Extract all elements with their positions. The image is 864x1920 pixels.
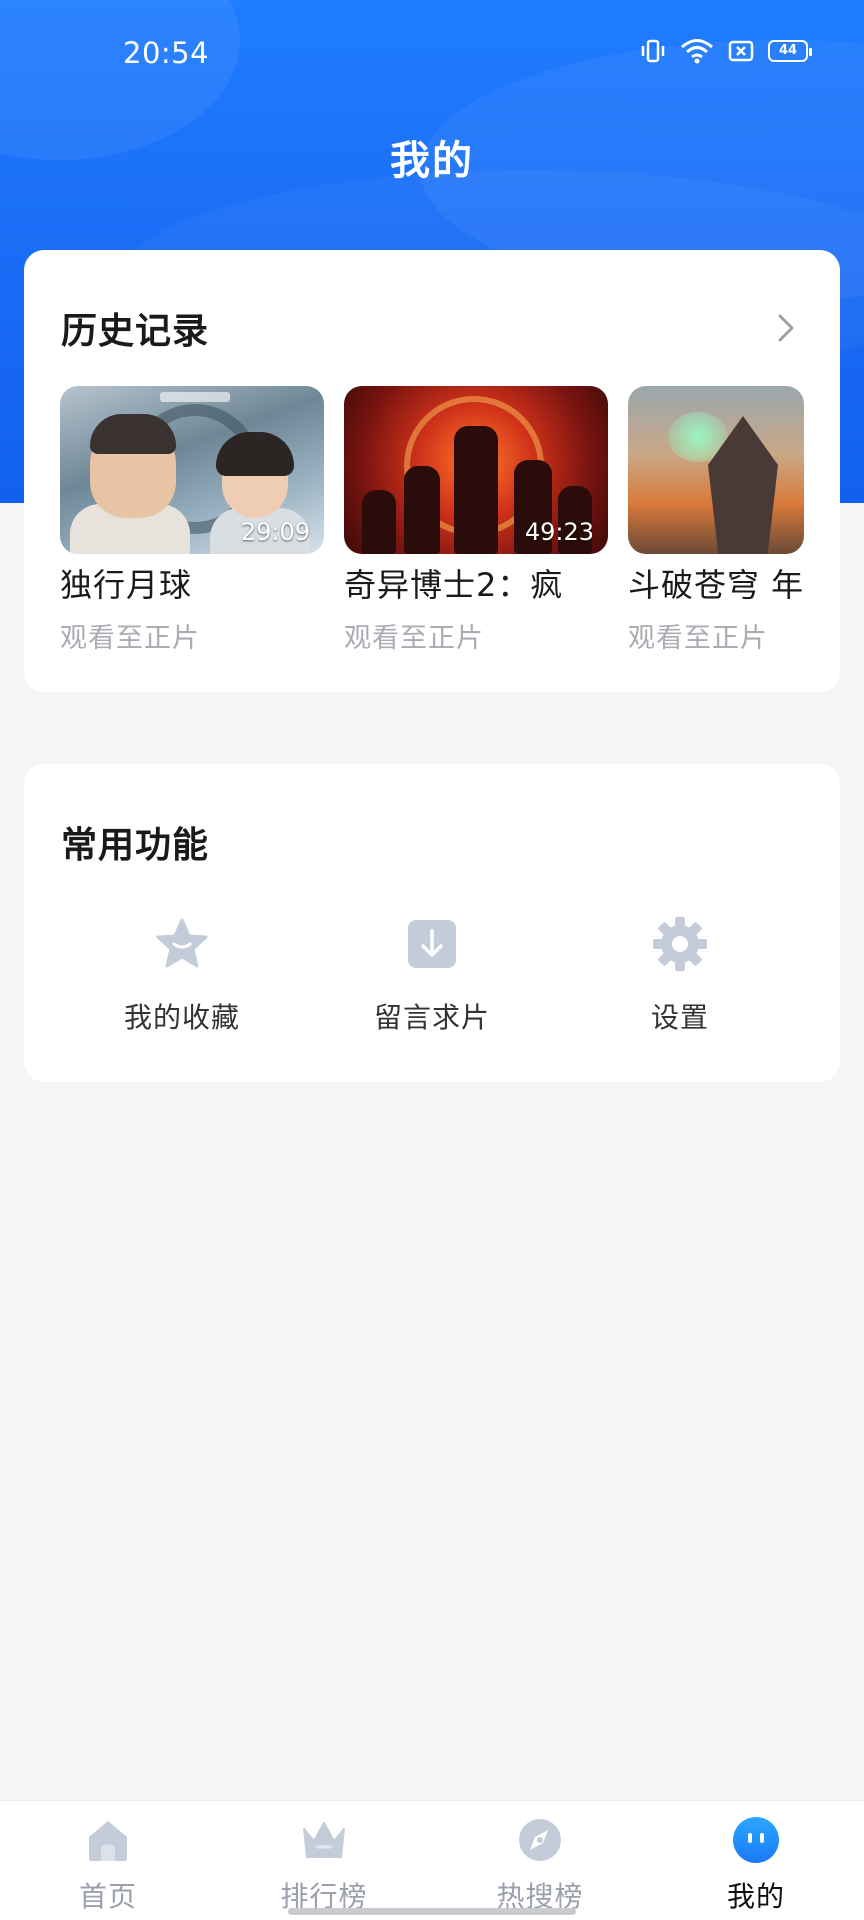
sim-icon — [728, 40, 754, 62]
settings-label: 设置 — [650, 1001, 709, 1034]
bottom-navigation: 首页 排行榜 热搜榜 我的 — [0, 1800, 864, 1920]
vibrate-icon — [640, 39, 666, 63]
profile-face-icon — [733, 1817, 779, 1863]
nav-home-label: 首页 — [78, 1880, 137, 1913]
nav-ranking[interactable]: 排行榜 — [244, 1815, 404, 1915]
history-item-title: 奇异博士2：疯 — [344, 566, 564, 604]
poster-image: 29:09 — [60, 386, 324, 554]
duration-label: 29:09 — [240, 518, 310, 546]
nav-mine-label: 我的 — [726, 1880, 785, 1913]
functions-card: 常用功能 我的收藏 留言求片 设置 — [24, 764, 840, 1082]
request-movie-label: 留言求片 — [373, 1001, 490, 1034]
history-card: 历史记录 29:09 独行月球 观看至正片 49:23 奇异博士2：疯 观看至正… — [24, 250, 840, 692]
history-item-title: 斗破苍穹 年 — [628, 566, 804, 604]
history-item-progress: 观看至正片 — [344, 623, 484, 654]
history-item[interactable]: 29:09 独行月球 观看至正片 — [60, 386, 324, 655]
battery-icon: 44 — [768, 40, 812, 62]
poster-image: 49:23 — [344, 386, 608, 554]
nav-hot-search[interactable]: 热搜榜 — [460, 1815, 620, 1915]
status-bar: 20:54 44 — [0, 0, 864, 110]
home-indicator[interactable] — [288, 1908, 576, 1915]
chevron-right-icon[interactable] — [772, 310, 800, 346]
status-icons: 44 — [640, 38, 812, 64]
history-item[interactable]: 49:23 奇异博士2：疯 观看至正片 — [344, 386, 608, 655]
history-title: 历史记录 — [61, 311, 210, 352]
history-item[interactable]: 斗破苍穹 年 观看至正片 — [628, 386, 804, 655]
home-icon — [89, 1821, 127, 1861]
status-time: 20:54 — [123, 36, 210, 70]
nav-home[interactable]: 首页 — [28, 1815, 188, 1915]
crown-icon — [303, 1822, 345, 1858]
request-movie-button[interactable]: 留言求片 — [332, 914, 532, 1036]
history-item-progress: 观看至正片 — [60, 623, 200, 654]
favorites-button[interactable]: 我的收藏 — [82, 914, 282, 1036]
history-list: 29:09 独行月球 观看至正片 49:23 奇异博士2：疯 观看至正片 斗破苍… — [60, 386, 804, 676]
nav-mine[interactable]: 我的 — [676, 1815, 836, 1915]
page-title: 我的 — [390, 138, 474, 184]
history-item-title: 独行月球 — [60, 566, 193, 604]
functions-title: 常用功能 — [61, 825, 210, 866]
duration-label: 49:23 — [524, 518, 594, 546]
gear-icon — [653, 917, 707, 971]
settings-button[interactable]: 设置 — [580, 914, 780, 1036]
functions-grid: 我的收藏 留言求片 设置 — [24, 914, 840, 1054]
compass-icon — [519, 1819, 561, 1861]
wifi-icon — [680, 38, 714, 64]
poster-image — [628, 386, 804, 554]
history-item-progress: 观看至正片 — [628, 623, 768, 654]
download-icon — [408, 920, 456, 968]
star-icon — [156, 918, 208, 968]
favorites-label: 我的收藏 — [123, 1001, 240, 1034]
screen: 20:54 44 我的 历史记录 29:09 独行月球 观看至正片 49:23 … — [0, 0, 864, 1920]
